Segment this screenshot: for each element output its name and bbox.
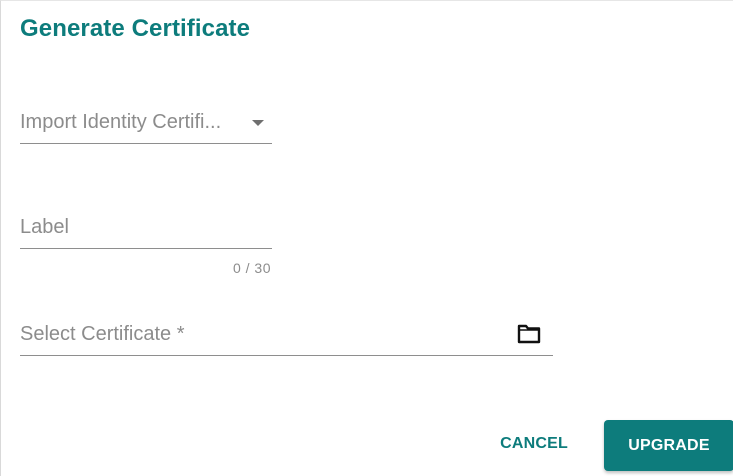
label-input-placeholder: Label xyxy=(20,216,69,238)
dialog-title: Generate Certificate xyxy=(20,15,251,42)
cancel-button[interactable]: CANCEL xyxy=(484,422,584,466)
import-certificate-select[interactable]: Import Identity Certifi... xyxy=(20,108,272,144)
label-character-counter: 0 / 30 xyxy=(232,260,271,276)
folder-icon[interactable] xyxy=(517,323,541,345)
upgrade-button[interactable]: UPGRADE xyxy=(604,420,733,471)
label-input[interactable]: Label xyxy=(20,213,272,249)
import-certificate-select-value: Import Identity Certifi... xyxy=(20,111,222,133)
select-certificate-placeholder: Select Certificate * xyxy=(20,323,185,345)
dropdown-arrow-icon[interactable] xyxy=(252,120,264,126)
select-certificate-input[interactable]: Select Certificate * xyxy=(20,317,553,356)
generate-certificate-dialog: Generate Certificate Import Identity Cer… xyxy=(0,0,733,476)
